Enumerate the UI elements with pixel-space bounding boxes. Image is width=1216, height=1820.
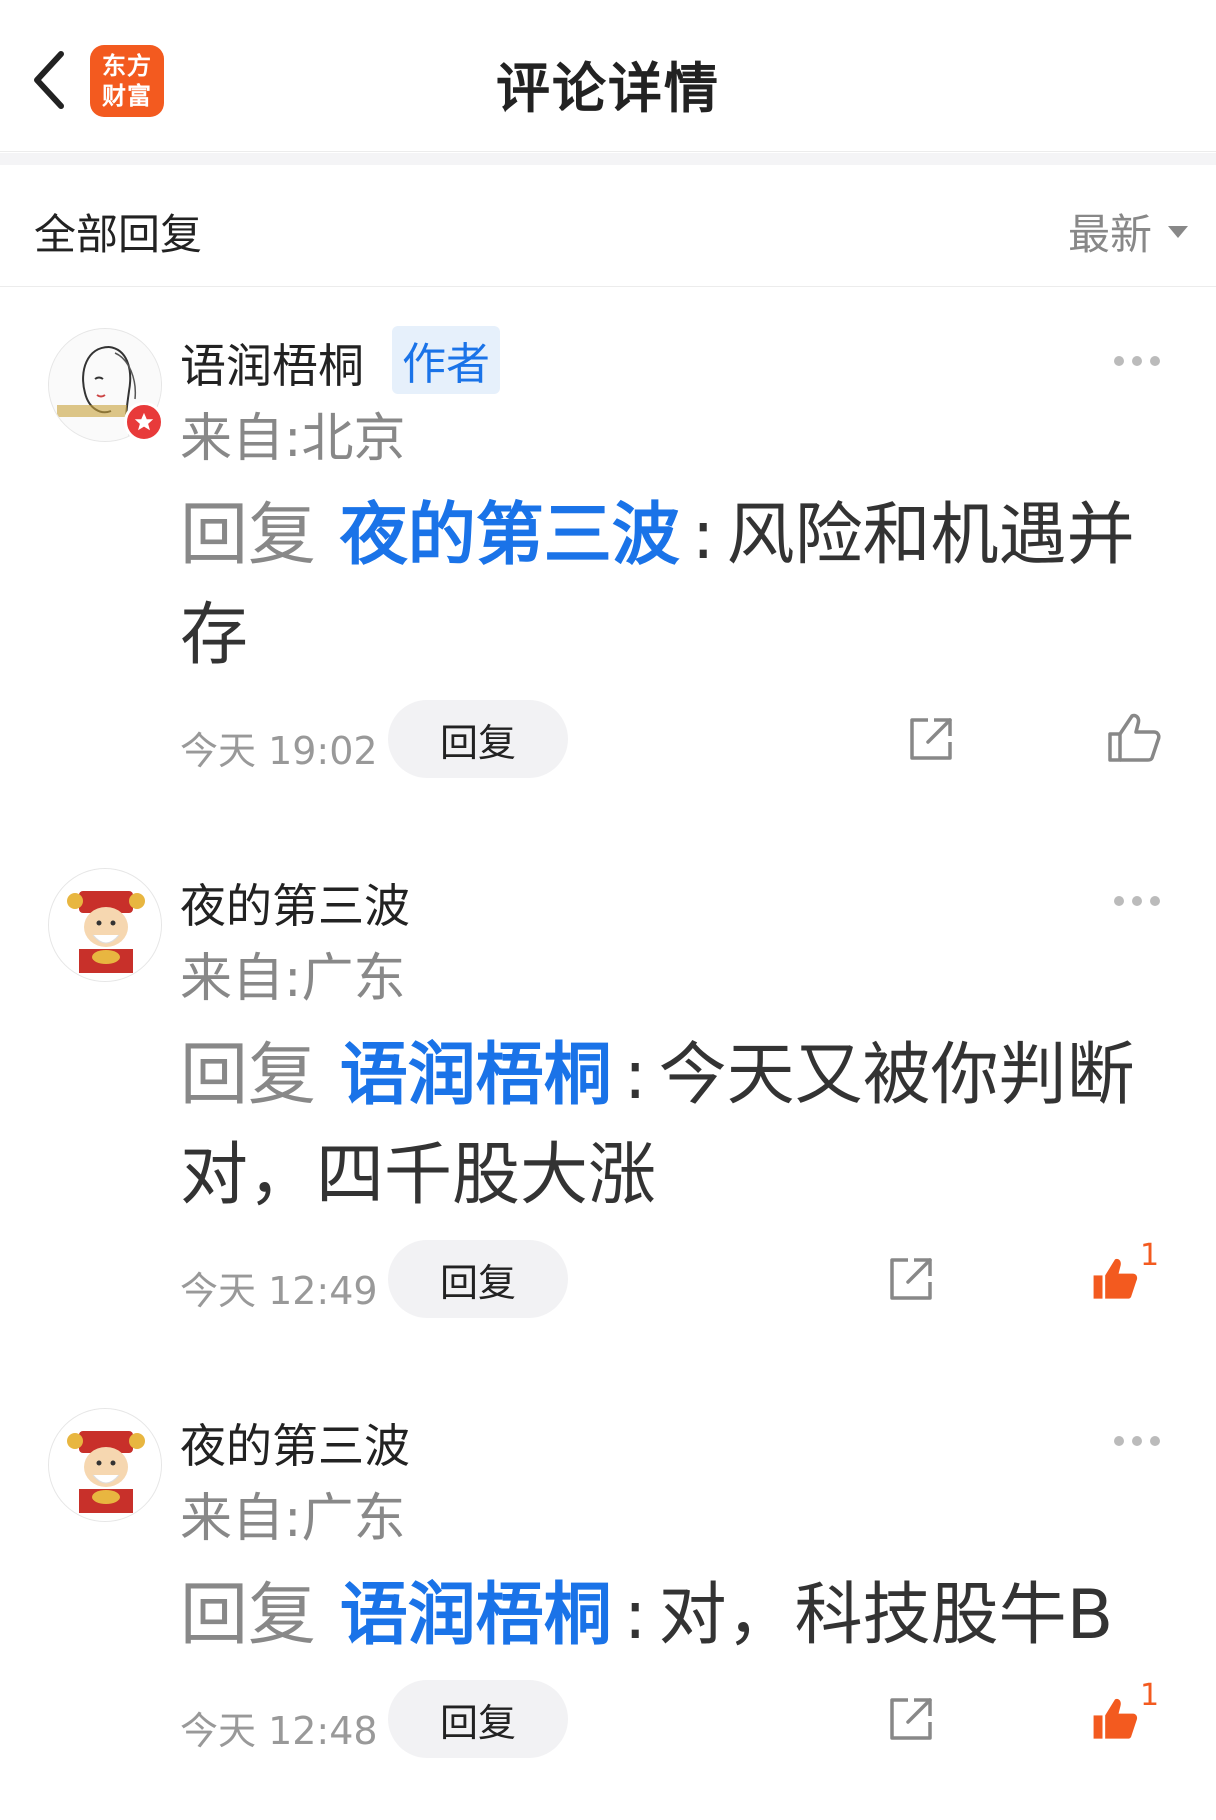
more-options-button[interactable] bbox=[1114, 1436, 1160, 1446]
reply-button[interactable]: 回复 bbox=[388, 700, 568, 778]
more-dots-icon bbox=[1114, 356, 1124, 366]
god-of-wealth-avatar-icon bbox=[49, 869, 161, 981]
share-button[interactable] bbox=[906, 714, 956, 764]
more-dot bbox=[1132, 896, 1142, 906]
like-button[interactable] bbox=[1106, 710, 1162, 766]
more-dots-icon bbox=[1114, 896, 1124, 906]
username[interactable]: 夜的第三波 bbox=[180, 870, 410, 936]
more-options-button[interactable] bbox=[1114, 896, 1160, 906]
page-title: 评论详情 bbox=[496, 57, 720, 120]
like-button[interactable] bbox=[1090, 1254, 1146, 1310]
comment-item: 夜的第三波 来自:广东 回复 语润梧桐: 对，科技股牛B 今天 12:48 回复 … bbox=[0, 1370, 1216, 1810]
location: 来自:广东 bbox=[180, 1489, 406, 1549]
location: 来自:北京 bbox=[180, 409, 406, 469]
thumbs-up-icon bbox=[1108, 713, 1161, 762]
thumbs-up-filled-icon bbox=[1093, 1698, 1138, 1739]
separator: : bbox=[691, 496, 715, 575]
verified-star-badge bbox=[124, 402, 164, 442]
sort-dropdown[interactable]: 最新 bbox=[1068, 201, 1188, 262]
star-icon bbox=[134, 412, 154, 431]
like-count: 1 bbox=[1140, 1678, 1160, 1713]
timestamp: 今天 19:02 bbox=[180, 729, 378, 773]
reply-button[interactable]: 回复 bbox=[388, 1680, 568, 1758]
comment-content: 回复 夜的第三波: 风险和机遇并存 bbox=[180, 486, 1160, 686]
section-divider bbox=[0, 153, 1216, 165]
reply-target-link[interactable]: 夜的第三波 bbox=[340, 496, 680, 575]
separator: : bbox=[623, 1576, 647, 1655]
reply-target-link[interactable]: 语润梧桐 bbox=[340, 1036, 612, 1115]
more-dots-icon bbox=[1114, 1436, 1124, 1446]
comment-item: 夜的第三波 来自:广东 回复 语润梧桐: 今天又被你判断对，四千股大涨 今天 12… bbox=[0, 830, 1216, 1320]
reply-keyword: 回复 bbox=[180, 496, 317, 575]
all-replies-label: 全部回复 bbox=[34, 210, 203, 259]
more-dot bbox=[1150, 896, 1160, 906]
reply-target-link[interactable]: 语润梧桐 bbox=[340, 1576, 612, 1655]
more-dot bbox=[1132, 1436, 1142, 1446]
reply-keyword: 回复 bbox=[180, 1036, 317, 1115]
share-icon bbox=[910, 718, 952, 760]
comment-item: 语润梧桐 作者 来自:北京 回复 夜的第三波: 风险和机遇并存 今天 19:02 … bbox=[0, 290, 1216, 780]
like-button[interactable] bbox=[1090, 1694, 1146, 1750]
more-dot bbox=[1150, 1436, 1160, 1446]
comment-text: 对，科技股牛B bbox=[658, 1576, 1114, 1655]
author-tag: 作者 bbox=[392, 326, 500, 394]
location: 来自:广东 bbox=[180, 949, 406, 1009]
share-button[interactable] bbox=[886, 1694, 936, 1744]
reply-button[interactable]: 回复 bbox=[388, 1240, 568, 1318]
sort-bar: 全部回复 最新 bbox=[0, 165, 1216, 287]
timestamp: 今天 12:48 bbox=[180, 1709, 378, 1753]
timestamp: 今天 12:49 bbox=[180, 1269, 378, 1313]
comment-content: 回复 语润梧桐: 对，科技股牛B bbox=[180, 1566, 1160, 1666]
more-dot bbox=[1132, 356, 1142, 366]
avatar[interactable] bbox=[48, 1408, 162, 1522]
god-of-wealth-avatar-icon bbox=[49, 1409, 161, 1521]
share-button[interactable] bbox=[886, 1254, 936, 1304]
avatar[interactable] bbox=[48, 868, 162, 982]
username[interactable]: 夜的第三波 bbox=[180, 1410, 410, 1476]
reply-keyword: 回复 bbox=[180, 1576, 317, 1655]
top-bar: 东方 财富 评论详情 bbox=[0, 0, 1216, 152]
thumbs-up-filled-icon bbox=[1093, 1258, 1138, 1299]
sort-selected-value: 最新 bbox=[1067, 210, 1152, 259]
like-count: 1 bbox=[1140, 1238, 1160, 1273]
separator: : bbox=[623, 1036, 647, 1115]
more-dot bbox=[1150, 356, 1160, 366]
caret-down-icon bbox=[1168, 225, 1188, 238]
share-icon bbox=[890, 1258, 932, 1300]
comment-content: 回复 语润梧桐: 今天又被你判断对，四千股大涨 bbox=[180, 1026, 1160, 1226]
username[interactable]: 语润梧桐 bbox=[180, 330, 364, 396]
more-options-button[interactable] bbox=[1114, 356, 1160, 366]
share-icon bbox=[890, 1698, 932, 1740]
